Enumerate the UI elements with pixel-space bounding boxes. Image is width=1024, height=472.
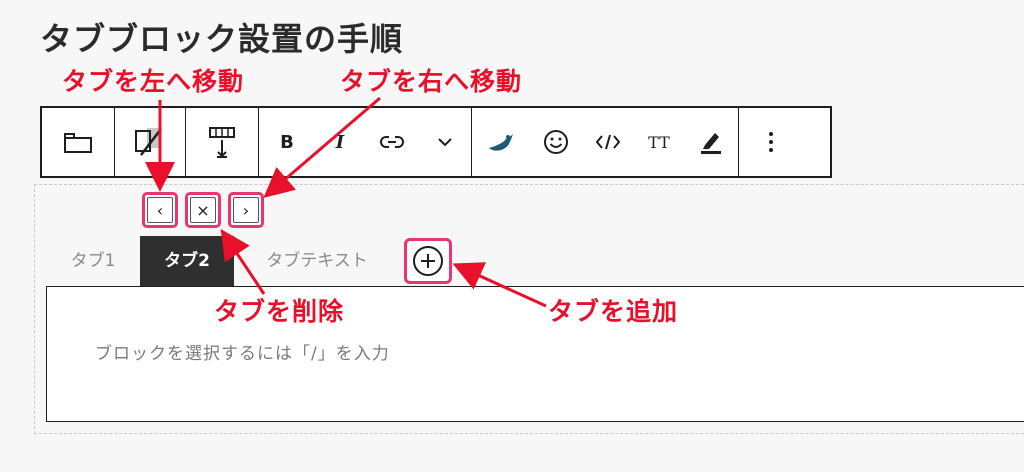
close-icon: × [190, 197, 216, 223]
block-toolbar: B I TT [40, 106, 832, 178]
transform-button[interactable] [115, 108, 185, 176]
emoji-button[interactable] [530, 108, 582, 176]
move-tab-right-button[interactable]: › [228, 192, 264, 228]
toolbar-group-options [739, 108, 803, 176]
toolbar-group-format: B I [259, 108, 472, 176]
plus-icon [421, 254, 435, 268]
add-tab-button[interactable] [404, 238, 452, 284]
options-button[interactable] [739, 108, 803, 176]
annotation-delete: タブを削除 [214, 297, 345, 326]
tab-content-panel[interactable]: ブロックを選択するには「/」を入力 [46, 286, 1024, 422]
vertical-align-button[interactable] [186, 108, 258, 176]
link-icon [380, 136, 404, 148]
whale-icon [489, 134, 513, 151]
toolbar-group-transform [115, 108, 186, 176]
delete-tab-button[interactable]: × [185, 192, 221, 228]
tab-1[interactable]: タブ1 [48, 236, 138, 286]
block-placeholder: ブロックを選択するには「/」を入力 [95, 344, 390, 364]
chevron-left-icon: ‹ [147, 197, 173, 223]
text-size-label: TT [648, 132, 670, 152]
more-formats-button[interactable] [419, 108, 471, 176]
inline-code-button[interactable] [582, 108, 634, 176]
code-icon [595, 134, 621, 150]
annotation-move-left: タブを左へ移動 [62, 67, 245, 96]
annotation-add: タブを追加 [548, 297, 679, 326]
more-vertical-icon [769, 132, 773, 152]
font-size-button[interactable]: TT [634, 108, 684, 176]
highlight-button[interactable] [684, 108, 738, 176]
toolbar-group-align [186, 108, 259, 176]
plus-circle-icon [413, 246, 443, 276]
chevron-down-icon [438, 138, 452, 147]
bold-label: B [280, 131, 294, 153]
chevron-right-icon: › [233, 197, 259, 223]
smiley-icon [544, 130, 568, 154]
page-title: タブブロック設置の手順 [40, 20, 404, 58]
folder-tab-icon [64, 133, 92, 153]
italic-label: I [335, 131, 345, 153]
tab-2[interactable]: タブ2 [140, 236, 234, 286]
bold-button[interactable]: B [259, 108, 315, 176]
annotation-move-right: タブを右へ移動 [340, 67, 523, 96]
highlighter-icon [701, 133, 721, 154]
tab-block-icon-button[interactable] [42, 108, 114, 176]
vertical-align-icon [209, 127, 235, 158]
move-tab-left-button[interactable]: ‹ [142, 192, 178, 228]
link-button[interactable] [365, 108, 419, 176]
toolbar-group-block [42, 108, 115, 176]
toolbar-group-extras: TT [472, 108, 739, 176]
transform-icon [135, 128, 162, 156]
tab-3[interactable]: タブテキスト [246, 236, 388, 286]
editor-screen: タブブロック設置の手順 B I TT ‹ × › タブ1 タブ2 タブテキスト … [0, 0, 1024, 472]
plugin-button[interactable] [472, 108, 530, 176]
italic-button[interactable]: I [315, 108, 365, 176]
